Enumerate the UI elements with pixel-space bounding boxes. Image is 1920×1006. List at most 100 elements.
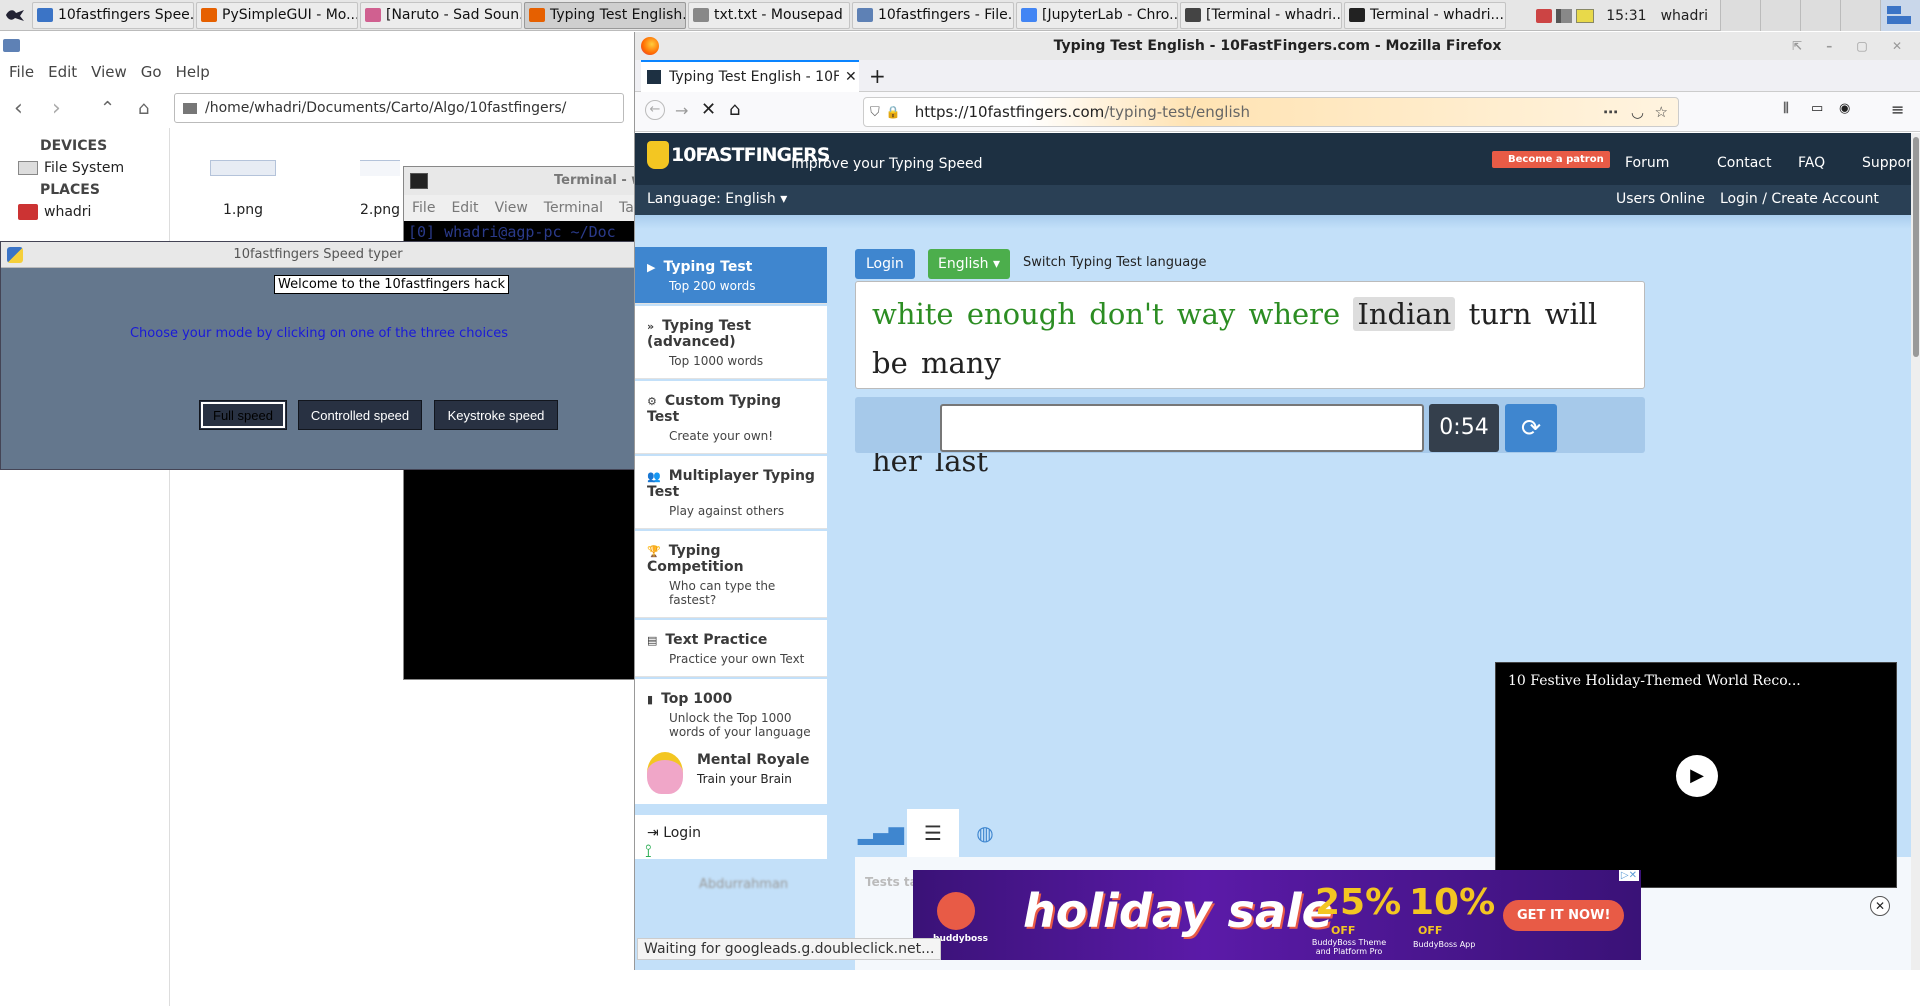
taskbar-task[interactable]: [Terminal - whadri... xyxy=(1180,1,1342,29)
taskbar-task[interactable]: [JupyterLab - Chro... xyxy=(1016,1,1178,29)
menu-file[interactable]: File xyxy=(412,200,435,216)
sidebar-item[interactable]: » Typing Test (advanced) Top 1000 words xyxy=(635,306,827,379)
video-player[interactable]: 10 Festive Holiday-Themed World Reco... … xyxy=(1495,662,1897,888)
nav-forum[interactable]: Forum xyxy=(1625,155,1669,171)
language-dropdown[interactable]: Language: English ▾ xyxy=(647,191,787,207)
menu-view[interactable]: View xyxy=(91,63,127,81)
play-icon[interactable]: ▶ xyxy=(1676,755,1718,797)
home-icon[interactable]: ⌂ xyxy=(729,99,740,120)
location-bar[interactable]: /home/whadri/Documents/Carto/Algo/10fast… xyxy=(174,93,624,123)
hamburger-menu-icon[interactable]: ≡ xyxy=(1891,100,1904,119)
typing-input[interactable] xyxy=(940,404,1424,452)
nav-faq[interactable]: FAQ xyxy=(1798,155,1825,171)
taskbar-task[interactable]: txt.txt - Mousepad xyxy=(688,1,850,29)
feedback-icon[interactable]: ⟟ xyxy=(645,841,652,862)
taskbar-task[interactable]: PySimpleGUI - Mo... xyxy=(196,1,358,29)
firefox-titlebar[interactable]: Typing Test English - 10FastFingers.com … xyxy=(635,32,1920,60)
globe-icon[interactable]: ◍ xyxy=(959,809,1011,857)
clock[interactable]: 15:31 xyxy=(1606,8,1646,24)
ad-cta-button[interactable]: GET IT NOW! xyxy=(1503,900,1625,931)
library-icon[interactable]: ⫼ xyxy=(1783,101,1789,116)
taskbar-task[interactable]: Terminal - whadri... xyxy=(1344,1,1506,29)
firefox-tabbar: Typing Test English - 10F ✕ + xyxy=(635,60,1920,92)
task-label: Terminal - whadri... xyxy=(1370,7,1504,23)
controlled-speed-button[interactable]: Controlled speed xyxy=(298,400,422,430)
nav-contact[interactable]: Contact xyxy=(1717,155,1771,171)
login-button[interactable]: Login xyxy=(855,249,915,279)
users-online-link[interactable]: Users Online xyxy=(1616,191,1705,207)
sidebar-item[interactable]: ▶ Typing Test Top 200 words xyxy=(635,247,827,304)
reload-button[interactable]: ⟳ xyxy=(1505,404,1557,452)
ad-dismiss-icon[interactable]: ✕ xyxy=(1870,896,1890,916)
word: many xyxy=(920,346,1001,380)
page-actions-icon[interactable]: ⋯ xyxy=(1603,103,1618,121)
menu-terminal[interactable]: Terminal xyxy=(544,200,603,216)
sidebar-item-icon: 🏆 xyxy=(647,545,661,558)
sidebar-item[interactable]: 🏆 Typing Competition Who can type the fast… xyxy=(635,531,827,618)
forward-icon[interactable]: › xyxy=(52,96,82,121)
login-create-link[interactable]: Login / Create Account xyxy=(1720,191,1879,207)
menu-edit[interactable]: Edit xyxy=(48,63,77,81)
menu-edit[interactable]: Edit xyxy=(451,200,478,216)
home-icon[interactable]: ⌂ xyxy=(138,98,168,119)
instruction-text: Choose your mode by clicking on one of t… xyxy=(129,326,509,341)
menu-view[interactable]: View xyxy=(495,200,528,216)
sidebar-item[interactable]: 👥 Multiplayer Typing Test Play against oth… xyxy=(635,456,827,529)
new-tab-icon[interactable]: + xyxy=(869,64,886,88)
ad-close-icon[interactable]: ▷✕ xyxy=(1618,870,1639,881)
list-icon[interactable]: ☰ xyxy=(907,809,959,857)
task-label: Typing Test English... xyxy=(550,7,686,23)
stop-icon[interactable]: ✕ xyxy=(701,99,716,120)
stats-tabs: ▂▄▆ ☰ ◍ xyxy=(855,809,1011,857)
keystroke-speed-button[interactable]: Keystroke speed xyxy=(434,400,558,430)
back-icon[interactable]: ← xyxy=(645,100,665,120)
taskbar-task[interactable]: [Naruto - Sad Soun... xyxy=(360,1,522,29)
page-scrollbar[interactable] xyxy=(1911,133,1920,970)
ad-logo-icon xyxy=(937,892,975,930)
back-icon[interactable]: ‹ xyxy=(14,96,44,121)
file-thumb-2[interactable]: 2.png xyxy=(350,160,410,220)
terminal-titlebar[interactable]: Terminal - w xyxy=(404,167,643,195)
sidebar-item[interactable]: ▮ Top 1000 Unlock the Top 1000 words of yo… xyxy=(635,679,827,750)
video-title: 10 Festive Holiday-Themed World Reco... xyxy=(1508,673,1801,689)
menu-help[interactable]: Help xyxy=(176,63,210,81)
file-thumb-1[interactable]: 1.png xyxy=(206,160,280,220)
tray-icons[interactable] xyxy=(1536,8,1595,23)
chart-icon[interactable]: ▂▄▆ xyxy=(855,809,907,857)
terminal-prompt[interactable]: [0] whadri@agp-pc ~/Doc xyxy=(404,221,638,243)
taskbar-task[interactable]: 10fastfingers - File... xyxy=(852,1,1014,29)
scrollbar-thumb[interactable] xyxy=(1913,137,1919,357)
forward-icon[interactable]: → xyxy=(675,101,688,120)
speed-typer-titlebar[interactable]: 10fastfingers Speed typer xyxy=(1,242,635,268)
user-name[interactable]: whadri xyxy=(1661,8,1708,24)
mental-royale-title: Mental Royale xyxy=(697,752,810,768)
ad-banner[interactable]: buddyboss holiday sale 25% OFF BuddyBoss… xyxy=(913,870,1641,960)
taskbar-task[interactable]: 10fastfingers Spee... xyxy=(32,1,194,29)
menu-file[interactable]: File xyxy=(9,63,34,81)
english-dropdown[interactable]: English ▾ xyxy=(928,249,1011,279)
account-icon[interactable]: ◉ xyxy=(1839,101,1850,116)
url-bar[interactable]: ⛉ 🔒 https://10fastfingers.com /typing-te… xyxy=(863,97,1679,127)
pocket-icon[interactable]: ◡ xyxy=(1631,103,1644,121)
bookmark-star-icon[interactable]: ☆ xyxy=(1655,103,1668,121)
record-icon[interactable] xyxy=(1536,8,1553,23)
app-menu-icon[interactable] xyxy=(0,0,30,31)
sidebar-item[interactable]: ▤ Text Practice Practice your own Text xyxy=(635,620,827,677)
full-speed-button[interactable]: Full speed xyxy=(199,400,287,430)
sidebar-item[interactable]: ⚙ Custom Typing Test Create your own! xyxy=(635,381,827,454)
sidebar-icon[interactable]: ▭ xyxy=(1811,101,1823,116)
network-icon[interactable] xyxy=(1556,8,1573,23)
sidepane-item-filesystem[interactable]: File System xyxy=(18,160,124,176)
tab-typing-test[interactable]: Typing Test English - 10F ✕ xyxy=(641,60,859,92)
sidebar-login-link[interactable]: ⇥ Login xyxy=(635,815,827,859)
sidepane-item-home[interactable]: whadri xyxy=(18,204,91,220)
window-controls[interactable]: ⇱ – ▢ ✕ xyxy=(1792,32,1912,60)
taskbar-task[interactable]: Typing Test English... xyxy=(524,1,686,29)
up-icon[interactable]: ⌃ xyxy=(100,98,130,119)
mental-royale-card[interactable]: Mental Royale Train your Brain xyxy=(635,744,827,804)
menu-go[interactable]: Go xyxy=(141,63,162,81)
battery-icon[interactable] xyxy=(1576,8,1595,23)
workspace-switcher[interactable] xyxy=(1720,0,1920,31)
patron-button[interactable]: Become a patron xyxy=(1492,151,1610,168)
tab-close-icon[interactable]: ✕ xyxy=(845,69,857,85)
